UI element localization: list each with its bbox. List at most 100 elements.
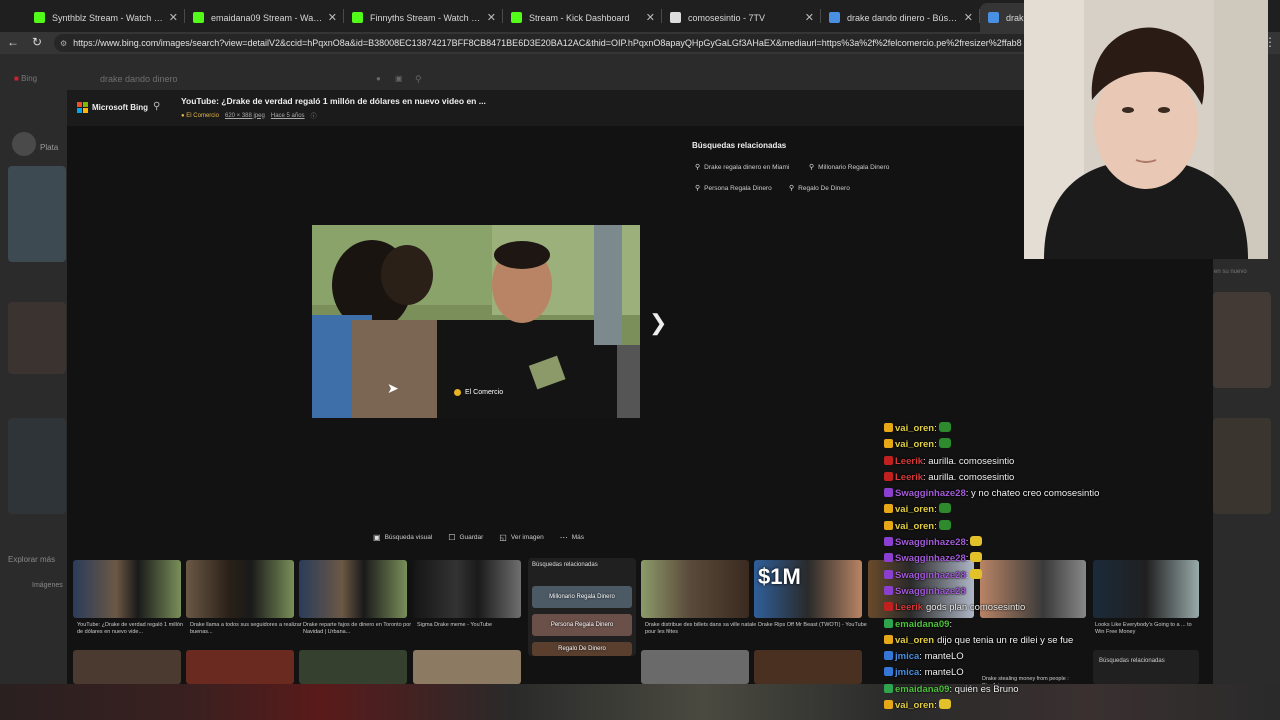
microphone-icon[interactable]: ● [376, 74, 381, 83]
chat-username[interactable]: emaidana09 [895, 619, 949, 630]
related-search-chip[interactable]: ⚲ Persona Regala Dinero [695, 184, 772, 193]
browser-tab[interactable]: emaidana09 Stream - Watch Live o ✕ [185, 3, 343, 32]
chat-username[interactable]: Swagginhaze28 [895, 488, 966, 499]
image-title[interactable]: YouTube: ¿Drake de verdad regaló 1 milló… [181, 96, 486, 106]
search-icon[interactable]: ⚲ [415, 74, 422, 85]
bg-avatar [12, 132, 36, 156]
browser-tab[interactable]: comosesintio - 7TV ✕ [662, 3, 820, 32]
browser-tab[interactable]: Stream - Kick Dashboard ✕ [503, 3, 661, 32]
bing-label: Bing [21, 74, 38, 83]
image-source-badge[interactable]: El Comercio [448, 386, 510, 399]
badge-icon [884, 455, 893, 465]
main-image[interactable]: El Comercio [312, 225, 640, 418]
thumb-overlay-text: $1M [758, 564, 801, 589]
close-tab-icon[interactable]: ✕ [646, 11, 655, 24]
chat-username[interactable]: vai_oren [895, 423, 934, 434]
chat-username[interactable]: vai_oren [895, 439, 934, 450]
chat-username[interactable]: Swagginhaze28 [895, 537, 966, 548]
related-thumb[interactable] [299, 650, 407, 684]
camera-search-icon[interactable]: ▣ [395, 74, 403, 83]
source-label[interactable]: ● El Comercio [181, 113, 219, 119]
related-thumb[interactable] [413, 560, 521, 618]
chat-username[interactable]: jmica [895, 651, 919, 662]
bg-thumb[interactable] [8, 166, 66, 262]
search-box[interactable]: drake dando dinero [100, 74, 178, 84]
save-button[interactable]: ☐ Guardar [448, 533, 483, 542]
bg-thumb[interactable] [1213, 418, 1271, 514]
microsoft-bing-logo[interactable]: Microsoft Bing [77, 102, 148, 113]
back-icon[interactable]: ← [2, 35, 24, 49]
close-tab-icon[interactable]: ✕ [169, 11, 178, 24]
thumb-caption[interactable]: Drake llama a todos sus seguidores a rea… [190, 622, 302, 636]
chat-username[interactable]: Swagginhaze28 [895, 553, 966, 564]
related-thumb[interactable] [73, 560, 181, 618]
close-tab-icon[interactable]: ✕ [487, 11, 496, 24]
close-tab-icon[interactable]: ✕ [805, 11, 814, 24]
bg-thumb[interactable] [8, 418, 66, 514]
chat-username[interactable]: vai_oren [895, 635, 934, 646]
chat-username[interactable]: Leerik [895, 472, 923, 483]
related-thumb[interactable]: $1M [754, 560, 862, 618]
related-thumb[interactable] [299, 560, 407, 618]
related-search-chip[interactable]: ⚲ Millonario Regala Dinero [809, 163, 889, 172]
browser-tab[interactable]: Synthblz Stream - Watch Live on K ✕ [26, 3, 184, 32]
tab-title: Finnyths Stream - Watch Live on K [370, 12, 483, 23]
visual-search-button[interactable]: ▣ Búsqueda visual [373, 533, 432, 542]
chat-message: jmica: manteLO [884, 649, 1214, 665]
chat-text: : aurilla. comosesintio [923, 455, 1015, 467]
search-icon: ⚲ [695, 185, 701, 192]
thumb-caption[interactable]: Drake Rips Off Mr Beast (TWOTI) - YouTub… [758, 622, 870, 629]
search-query-text: drake dando dinero [100, 74, 178, 84]
next-image-arrow-icon[interactable]: ❯ [649, 310, 667, 336]
reload-icon[interactable]: ↻ [26, 35, 48, 49]
info-icon[interactable]: ⓘ [311, 111, 317, 120]
chat-username[interactable]: Swagginhaze28 [895, 570, 966, 581]
chat-username[interactable]: Swagginhaze28 [895, 586, 966, 597]
related-thumb[interactable] [641, 560, 749, 618]
close-tab-icon[interactable]: ✕ [964, 11, 973, 24]
view-image-button[interactable]: ◱ Ver imagen [499, 533, 543, 542]
related-thumb[interactable] [186, 650, 294, 684]
close-tab-icon[interactable]: ✕ [328, 11, 337, 24]
chat-message: Leerik: aurilla. comosesintio [884, 470, 1214, 486]
bg-images-label[interactable]: Imágenes [32, 582, 63, 590]
viewer-search-icon[interactable]: ⚲ [153, 101, 160, 112]
related-thumb[interactable] [73, 650, 181, 684]
related-search-chip[interactable]: ⚲ Regalo De Dinero [789, 184, 850, 193]
browser-tab[interactable]: Finnyths Stream - Watch Live on K ✕ [344, 3, 502, 32]
chat-username[interactable]: emaidana09 [895, 684, 949, 695]
microsoft-logo-icon [77, 102, 88, 113]
chat-username[interactable]: jmica [895, 667, 919, 678]
thumb-caption[interactable]: Sigma Drake meme - YouTube [417, 622, 529, 629]
related-thumb[interactable] [413, 650, 521, 684]
thumb-caption[interactable]: Drake reparte fajos de dinero en Toronto… [303, 622, 415, 636]
chat-text: : quién es Bruno [949, 683, 1019, 695]
chat-username[interactable]: Leerik [895, 602, 923, 613]
rel-card-pill[interactable]: Millonario Regala Dinero [532, 586, 632, 608]
rel-card-pill[interactable]: Persona Regala Dinero [532, 614, 632, 636]
site-info-icon[interactable]: ⚙ [60, 39, 67, 48]
emote-icon [970, 568, 983, 579]
browser-tab[interactable]: drake dando dinero - Búsqueda ✕ [821, 3, 979, 32]
related-thumb[interactable] [641, 650, 749, 684]
chat-username[interactable]: vai_oren [895, 521, 934, 532]
related-searches-heading: Búsquedas relacionadas [692, 141, 787, 150]
related-search-chip[interactable]: ⚲ Drake regala dinero en Miami [695, 163, 789, 172]
thumb-caption[interactable]: Drake distribue des billets dans sa vill… [645, 622, 757, 636]
rel-card-heading: Búsquedas relacionadas [532, 562, 598, 568]
chat-colon: : [934, 700, 937, 712]
chat-username[interactable]: vai_oren [895, 504, 934, 515]
more-button[interactable]: ⋯ Más [560, 533, 584, 542]
bg-thumb[interactable] [1213, 292, 1271, 388]
chat-username[interactable]: Leerik [895, 456, 923, 467]
badge-icon [884, 602, 893, 612]
related-thumb[interactable] [186, 560, 294, 618]
bg-thumb[interactable] [8, 302, 66, 374]
thumb-caption[interactable]: YouTube: ¿Drake de verdad regaló 1 milló… [77, 622, 189, 636]
emote-icon [938, 519, 951, 530]
related-thumb[interactable] [754, 650, 862, 684]
bing-logo[interactable]: ■ Bing [14, 74, 37, 83]
chat-colon: : [965, 569, 969, 581]
chat-username[interactable]: vai_oren [895, 700, 934, 711]
image-dimensions[interactable]: 620 × 388 jpeg [225, 113, 265, 119]
